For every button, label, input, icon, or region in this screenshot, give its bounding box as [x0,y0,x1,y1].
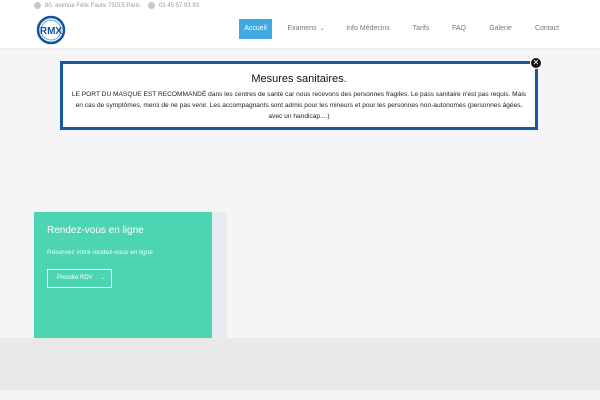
nav-tarifs[interactable]: Tarifs [406,19,436,39]
appointment-subtitle: Réservez votre rendez-vous en ligne [47,249,153,256]
arrow-right-icon: → [99,275,106,281]
nav-label: Tarifs [412,25,430,32]
phone-item[interactable]: 01 45 57 93 93 [148,2,199,9]
appointment-card: Rendez-vous en ligne Réservez votre rend… [34,212,212,338]
nav-galerie[interactable]: Galerie [484,19,517,39]
footer-band [0,338,600,390]
nav-label: Accueil [244,25,267,32]
phone-icon [148,2,155,9]
site-header: RMX Accueil Examens ⌄ Info Médecins Tarif… [0,12,600,49]
sanitary-notice-modal: Mesures sanitaires. LE PORT DU MASQUE ES… [60,61,538,130]
card-side-panel [212,212,227,338]
notice-title: Mesures sanitaires. [251,73,347,85]
address-item: 80, avenue Félix Faure 75015 Paris [34,2,140,9]
appointment-title: Rendez-vous en ligne [47,225,144,236]
footer-bottom [0,390,600,400]
nav-contact[interactable]: Contact [530,19,564,39]
main-nav: Accueil Examens ⌄ Info Médecins Tarifs FA… [0,19,600,41]
nav-info-medecins[interactable]: Info Médecins [342,19,394,39]
nav-label: FAQ [451,25,466,32]
chevron-down-icon: ⌄ [319,26,325,32]
map-pin-icon [34,2,41,9]
nav-accueil[interactable]: Accueil [239,19,272,39]
book-appointment-button[interactable]: Prendre RDV → [47,269,112,288]
top-info-bar: 80, avenue Félix Faure 75015 Paris 01 45… [0,0,600,12]
nav-examens[interactable]: Examens ⌄ [283,19,329,39]
nav-label: Contact [534,25,560,32]
nav-label: Info Médecins [346,25,390,32]
notice-body: LE PORT DU MASQUE EST RECOMMANDÉ dans le… [71,91,527,120]
nav-label: Examens [287,25,317,32]
address-text: 80, avenue Félix Faure 75015 Paris [45,2,141,9]
nav-faq[interactable]: FAQ [447,19,471,39]
book-button-label: Prendre RDV [57,275,93,281]
close-icon[interactable]: ✕ [530,57,542,69]
nav-label: Galerie [489,25,512,32]
phone-text[interactable]: 01 45 57 93 93 [159,3,199,9]
